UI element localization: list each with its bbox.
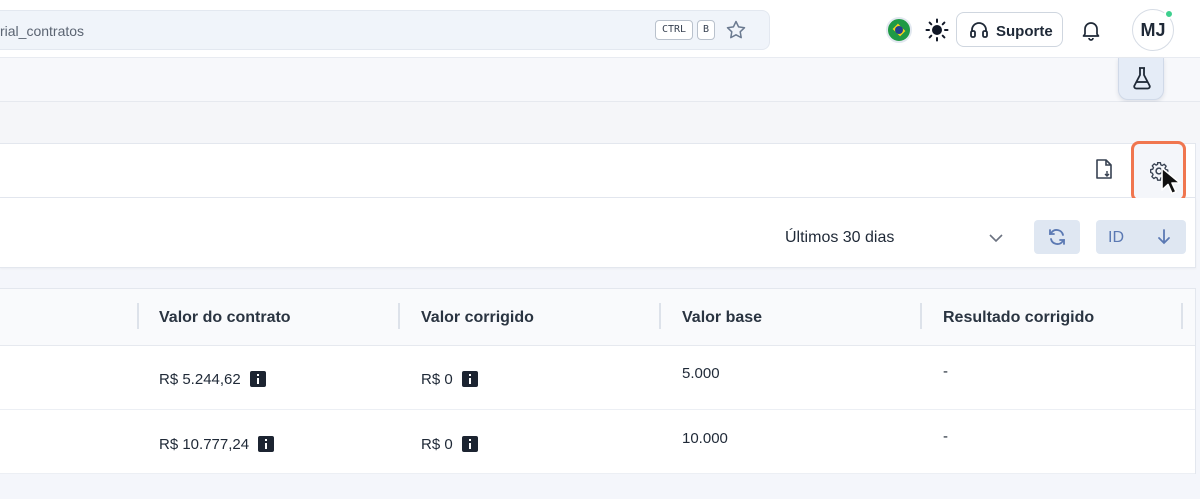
column-separator[interactable] — [137, 303, 139, 329]
top-bar: rial_contratos CTRL B Suporte MJ — [0, 0, 1200, 58]
column-separator[interactable] — [659, 303, 661, 329]
secondary-bar — [0, 58, 1200, 102]
sort-field-label: ID — [1108, 229, 1124, 246]
info-icon[interactable] — [258, 436, 275, 452]
sun-icon[interactable] — [925, 18, 949, 42]
cell-valor-base: 5.000 — [682, 365, 720, 382]
refresh-icon — [1049, 229, 1065, 245]
refresh-button[interactable] — [1034, 220, 1080, 254]
column-separator[interactable] — [1181, 303, 1183, 329]
file-export-icon[interactable] — [1094, 158, 1114, 180]
search-text: rial_contratos — [0, 23, 85, 39]
cell-valor-corrigido: R$ 0 — [421, 368, 478, 388]
headset-icon — [970, 22, 988, 38]
cell-valor-contrato: R$ 5.244,62 — [159, 368, 266, 388]
flask-icon — [1133, 67, 1151, 90]
spacer-band — [0, 102, 1200, 143]
star-icon[interactable] — [724, 18, 748, 42]
info-icon[interactable] — [461, 436, 478, 452]
labs-button[interactable] — [1118, 58, 1164, 100]
cell-resultado-corrigido: - — [943, 363, 948, 380]
column-separator[interactable] — [398, 303, 400, 329]
card-header — [0, 143, 1196, 198]
period-select-value: Últimos 30 dias — [785, 229, 895, 246]
table-header: Valor do contrato Valor corrigido Valor … — [0, 289, 1195, 346]
info-icon[interactable] — [249, 371, 266, 387]
support-label: Suporte — [996, 23, 1053, 40]
shortcut-b-key: B — [697, 20, 715, 40]
cell-value: R$ 0 — [421, 371, 453, 388]
cell-resultado-corrigido: - — [943, 428, 948, 445]
bell-icon[interactable] — [1080, 19, 1102, 41]
chevron-down-icon — [989, 234, 1003, 243]
page: rial_contratos CTRL B Suporte MJ Últimos… — [0, 0, 1200, 499]
shortcut-ctrl-key: CTRL — [655, 20, 693, 40]
column-header-valor-contrato[interactable]: Valor do contrato — [159, 309, 291, 327]
cell-valor-corrigido: R$ 0 — [421, 433, 478, 453]
table-row[interactable]: R$ 10.777,24 R$ 0 10.000 - — [0, 410, 1195, 474]
support-button[interactable]: Suporte — [956, 12, 1063, 47]
mouse-cursor-icon — [1161, 167, 1181, 195]
search-bar[interactable]: rial_contratos CTRL B — [0, 10, 770, 50]
cell-valor-base: 10.000 — [682, 430, 728, 447]
column-header-valor-base[interactable]: Valor base — [682, 309, 762, 327]
table-row[interactable]: R$ 5.244,62 R$ 0 5.000 - — [0, 346, 1195, 410]
online-status-dot — [1164, 9, 1174, 19]
contracts-table: Valor do contrato Valor corrigido Valor … — [0, 288, 1196, 474]
cell-value: R$ 0 — [421, 436, 453, 453]
cell-valor-contrato: R$ 10.777,24 — [159, 433, 275, 453]
column-separator[interactable] — [920, 303, 922, 329]
info-icon[interactable] — [461, 371, 478, 387]
arrow-down-icon — [1158, 229, 1170, 245]
page-bottom — [0, 474, 1200, 499]
column-header-valor-corrigido[interactable]: Valor corrigido — [421, 309, 534, 327]
column-header-resultado-corrigido[interactable]: Resultado corrigido — [943, 309, 1094, 327]
period-select[interactable]: Últimos 30 dias — [771, 220, 1020, 256]
sort-button[interactable]: ID — [1096, 220, 1186, 254]
cell-value: R$ 5.244,62 — [159, 371, 241, 388]
brazil-flag-icon[interactable] — [886, 17, 912, 43]
cell-value: R$ 10.777,24 — [159, 436, 250, 453]
